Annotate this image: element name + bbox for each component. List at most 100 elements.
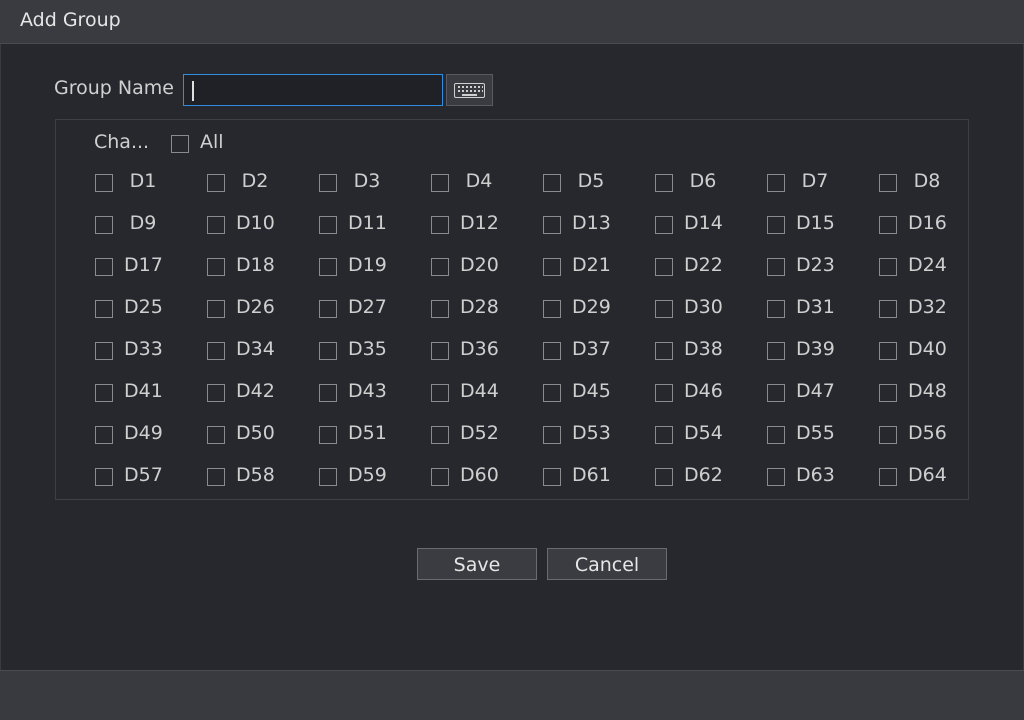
checkbox-box[interactable] bbox=[767, 426, 785, 444]
channel-checkbox-d20[interactable]: D20 bbox=[431, 254, 543, 280]
channel-checkbox-d51[interactable]: D51 bbox=[319, 422, 431, 448]
channel-checkbox-d28[interactable]: D28 bbox=[431, 296, 543, 322]
checkbox-box[interactable] bbox=[319, 174, 337, 192]
channel-checkbox-d5[interactable]: D5 bbox=[543, 170, 655, 196]
cancel-button[interactable]: Cancel bbox=[547, 548, 667, 580]
save-button[interactable]: Save bbox=[417, 548, 537, 580]
checkbox-box[interactable] bbox=[207, 174, 225, 192]
channel-checkbox-d57[interactable]: D57 bbox=[95, 464, 207, 490]
checkbox-box[interactable] bbox=[655, 174, 673, 192]
channel-checkbox-d35[interactable]: D35 bbox=[319, 338, 431, 364]
checkbox-box[interactable] bbox=[207, 468, 225, 486]
checkbox-box[interactable] bbox=[431, 426, 449, 444]
checkbox-box[interactable] bbox=[543, 300, 561, 318]
all-checkbox-box[interactable] bbox=[171, 135, 189, 153]
checkbox-box[interactable] bbox=[655, 258, 673, 276]
checkbox-box[interactable] bbox=[655, 426, 673, 444]
channel-checkbox-d18[interactable]: D18 bbox=[207, 254, 319, 280]
channel-checkbox-d44[interactable]: D44 bbox=[431, 380, 543, 406]
checkbox-box[interactable] bbox=[431, 258, 449, 276]
checkbox-box[interactable] bbox=[767, 384, 785, 402]
channel-checkbox-d15[interactable]: D15 bbox=[767, 212, 879, 238]
channel-checkbox-d55[interactable]: D55 bbox=[767, 422, 879, 448]
channel-checkbox-d49[interactable]: D49 bbox=[95, 422, 207, 448]
channel-checkbox-d36[interactable]: D36 bbox=[431, 338, 543, 364]
channel-checkbox-d41[interactable]: D41 bbox=[95, 380, 207, 406]
channel-checkbox-d32[interactable]: D32 bbox=[879, 296, 991, 322]
channel-checkbox-d52[interactable]: D52 bbox=[431, 422, 543, 448]
checkbox-box[interactable] bbox=[655, 300, 673, 318]
checkbox-box[interactable] bbox=[543, 384, 561, 402]
channel-checkbox-d29[interactable]: D29 bbox=[543, 296, 655, 322]
channel-checkbox-d4[interactable]: D4 bbox=[431, 170, 543, 196]
channel-checkbox-d22[interactable]: D22 bbox=[655, 254, 767, 280]
channel-checkbox-d1[interactable]: D1 bbox=[95, 170, 207, 196]
checkbox-box[interactable] bbox=[767, 468, 785, 486]
checkbox-box[interactable] bbox=[207, 426, 225, 444]
channel-checkbox-d2[interactable]: D2 bbox=[207, 170, 319, 196]
checkbox-box[interactable] bbox=[319, 468, 337, 486]
checkbox-box[interactable] bbox=[655, 216, 673, 234]
checkbox-box[interactable] bbox=[95, 174, 113, 192]
channel-checkbox-d59[interactable]: D59 bbox=[319, 464, 431, 490]
checkbox-box[interactable] bbox=[879, 426, 897, 444]
checkbox-box[interactable] bbox=[655, 384, 673, 402]
channel-checkbox-d6[interactable]: D6 bbox=[655, 170, 767, 196]
channel-checkbox-d24[interactable]: D24 bbox=[879, 254, 991, 280]
channel-checkbox-d9[interactable]: D9 bbox=[95, 212, 207, 238]
checkbox-box[interactable] bbox=[543, 468, 561, 486]
checkbox-box[interactable] bbox=[879, 384, 897, 402]
checkbox-box[interactable] bbox=[543, 426, 561, 444]
checkbox-box[interactable] bbox=[767, 258, 785, 276]
checkbox-box[interactable] bbox=[655, 468, 673, 486]
channel-checkbox-d39[interactable]: D39 bbox=[767, 338, 879, 364]
checkbox-box[interactable] bbox=[655, 342, 673, 360]
channel-checkbox-d58[interactable]: D58 bbox=[207, 464, 319, 490]
channel-checkbox-d34[interactable]: D34 bbox=[207, 338, 319, 364]
checkbox-box[interactable] bbox=[767, 342, 785, 360]
checkbox-box[interactable] bbox=[95, 426, 113, 444]
checkbox-box[interactable] bbox=[319, 300, 337, 318]
channel-checkbox-d8[interactable]: D8 bbox=[879, 170, 991, 196]
channel-checkbox-d40[interactable]: D40 bbox=[879, 338, 991, 364]
checkbox-box[interactable] bbox=[431, 216, 449, 234]
channel-checkbox-d7[interactable]: D7 bbox=[767, 170, 879, 196]
channel-checkbox-d3[interactable]: D3 bbox=[319, 170, 431, 196]
checkbox-box[interactable] bbox=[879, 174, 897, 192]
channel-checkbox-d48[interactable]: D48 bbox=[879, 380, 991, 406]
checkbox-box[interactable] bbox=[431, 174, 449, 192]
channel-checkbox-d64[interactable]: D64 bbox=[879, 464, 991, 490]
checkbox-box[interactable] bbox=[319, 384, 337, 402]
channel-checkbox-d11[interactable]: D11 bbox=[319, 212, 431, 238]
checkbox-box[interactable] bbox=[879, 468, 897, 486]
virtual-keyboard-button[interactable] bbox=[446, 74, 493, 106]
checkbox-box[interactable] bbox=[879, 342, 897, 360]
channel-checkbox-d12[interactable]: D12 bbox=[431, 212, 543, 238]
checkbox-box[interactable] bbox=[543, 258, 561, 276]
checkbox-box[interactable] bbox=[95, 384, 113, 402]
channel-checkbox-d19[interactable]: D19 bbox=[319, 254, 431, 280]
checkbox-box[interactable] bbox=[767, 174, 785, 192]
channel-checkbox-d31[interactable]: D31 bbox=[767, 296, 879, 322]
channel-checkbox-d62[interactable]: D62 bbox=[655, 464, 767, 490]
checkbox-box[interactable] bbox=[207, 258, 225, 276]
checkbox-box[interactable] bbox=[319, 342, 337, 360]
checkbox-box[interactable] bbox=[207, 384, 225, 402]
checkbox-box[interactable] bbox=[879, 216, 897, 234]
checkbox-box[interactable] bbox=[207, 300, 225, 318]
channel-checkbox-d60[interactable]: D60 bbox=[431, 464, 543, 490]
checkbox-box[interactable] bbox=[319, 258, 337, 276]
checkbox-box[interactable] bbox=[319, 216, 337, 234]
channel-checkbox-d50[interactable]: D50 bbox=[207, 422, 319, 448]
checkbox-box[interactable] bbox=[95, 300, 113, 318]
checkbox-box[interactable] bbox=[319, 426, 337, 444]
channel-checkbox-d33[interactable]: D33 bbox=[95, 338, 207, 364]
checkbox-box[interactable] bbox=[207, 216, 225, 234]
channel-checkbox-d30[interactable]: D30 bbox=[655, 296, 767, 322]
channel-checkbox-d61[interactable]: D61 bbox=[543, 464, 655, 490]
checkbox-box[interactable] bbox=[95, 342, 113, 360]
checkbox-box[interactable] bbox=[879, 258, 897, 276]
channel-checkbox-d25[interactable]: D25 bbox=[95, 296, 207, 322]
checkbox-box[interactable] bbox=[543, 342, 561, 360]
channel-checkbox-d26[interactable]: D26 bbox=[207, 296, 319, 322]
